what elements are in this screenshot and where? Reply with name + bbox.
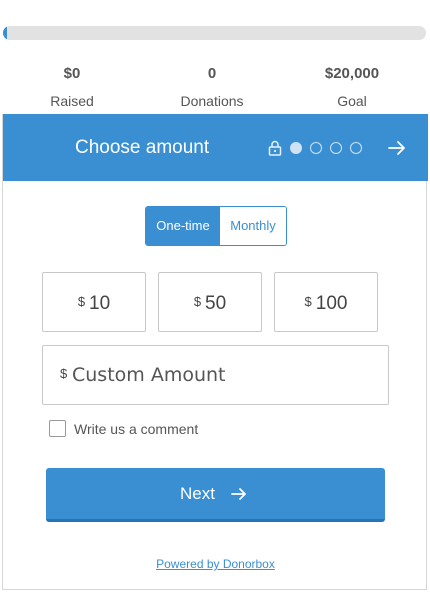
currency-symbol: $ — [60, 366, 68, 381]
form-title: Choose amount — [75, 137, 210, 158]
goal-value: $20,000 — [324, 65, 380, 82]
powered-by-link[interactable]: Powered by Donorbox — [156, 557, 275, 571]
footer: Powered by Donorbox — [3, 555, 428, 573]
amount-10-button[interactable]: $10 — [42, 272, 146, 332]
donation-form: Choose amount One-time Monthly $10 $50 $… — [2, 114, 428, 590]
form-header: Choose amount — [3, 114, 428, 181]
stat-goal: $20,000 Goal — [282, 64, 422, 111]
arrow-right-icon[interactable] — [387, 138, 407, 158]
custom-amount-field[interactable]: $ — [42, 345, 389, 405]
next-button-label: Next — [180, 484, 215, 503]
currency-symbol: $ — [77, 294, 86, 309]
monthly-option[interactable]: Monthly — [220, 207, 286, 245]
amount-value: 100 — [315, 293, 348, 314]
one-time-option[interactable]: One-time — [146, 207, 220, 245]
donations-label: Donations — [180, 93, 244, 109]
raised-value: $0 — [63, 65, 81, 82]
stat-raised: $0 Raised — [2, 64, 142, 111]
raised-label: Raised — [50, 93, 94, 109]
next-button[interactable]: Next — [46, 468, 385, 522]
donations-value: 0 — [207, 65, 217, 82]
goal-label: Goal — [337, 93, 367, 109]
comment-label[interactable]: Write us a comment — [74, 420, 198, 438]
comment-checkbox[interactable] — [49, 420, 66, 437]
amount-100-button[interactable]: $100 — [274, 272, 378, 332]
amount-50-button[interactable]: $50 — [158, 272, 262, 332]
progress-fill — [3, 26, 8, 40]
currency-symbol: $ — [304, 294, 312, 309]
lock-icon — [268, 140, 282, 156]
frequency-toggle: One-time Monthly — [145, 206, 287, 246]
step-dot — [290, 142, 302, 154]
step-dot — [350, 142, 362, 154]
amount-value: 10 — [89, 293, 111, 314]
step-dot — [330, 142, 342, 154]
step-dot — [310, 142, 322, 154]
stats-row: $0 Raised 0 Donations $20,000 Goal — [0, 64, 430, 114]
amount-value: 50 — [205, 293, 227, 314]
progress-track — [3, 26, 426, 40]
stat-donations: 0 Donations — [142, 64, 282, 111]
custom-amount-input[interactable] — [72, 360, 372, 390]
currency-symbol: $ — [193, 294, 202, 309]
arrow-right-icon — [231, 488, 246, 500]
